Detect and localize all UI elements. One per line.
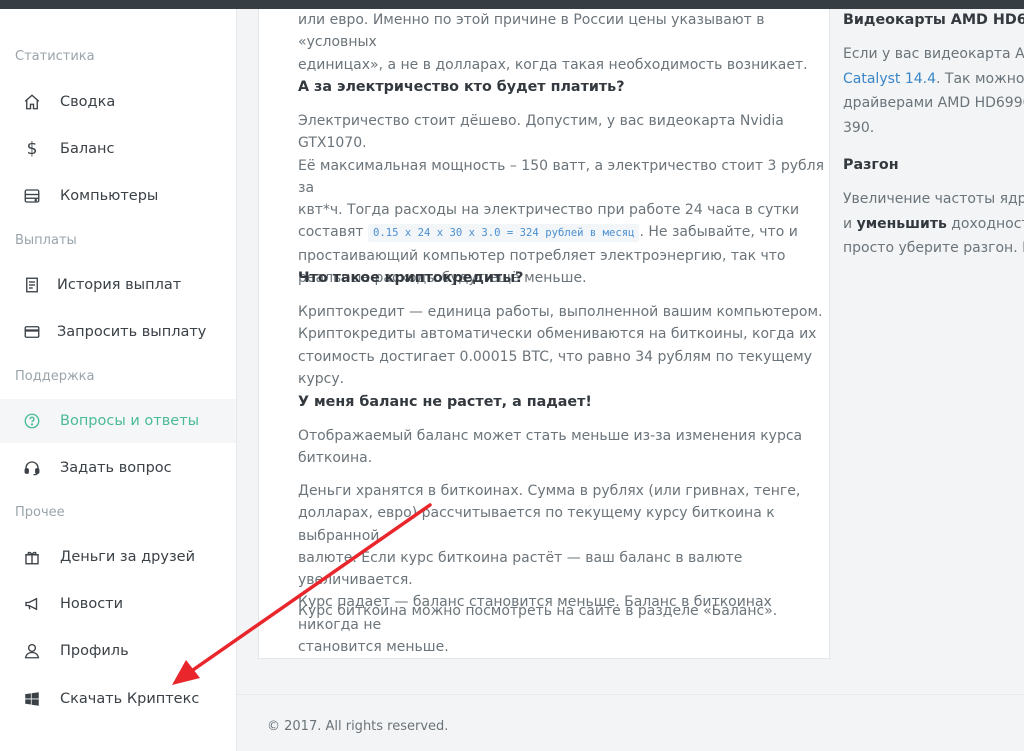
footer: © 2017. All rights reserved. <box>237 694 1024 751</box>
overclock-heading: Разгон <box>843 157 899 173</box>
sidebar-item-news[interactable]: Новости <box>0 582 236 626</box>
faq-answer-electricity: Электричество стоит дёшево. Допустим, у … <box>298 113 825 287</box>
faq-question-balance: У меня баланс не растет, а падает! <box>298 394 592 410</box>
question-circle-icon <box>22 411 42 431</box>
faq-answer-balance-p3: Курс биткоина можно посмотреть на сайте … <box>298 603 778 619</box>
right-column: Видеокарты AMD HD6xxx Если у вас видеока… <box>830 9 1024 683</box>
top-bar <box>0 0 1024 9</box>
windows-icon <box>22 689 42 709</box>
sidebar-item-label: Сводка <box>60 94 116 110</box>
sidebar-item-profile[interactable]: Профиль <box>0 629 236 673</box>
sidebar-item-download[interactable]: Скачать Криптекс <box>0 677 236 721</box>
sidebar-item-label: Запросить выплату <box>57 324 207 340</box>
sidebar-item-faq[interactable]: Вопросы и ответы <box>0 399 236 443</box>
sidebar-item-label: Профиль <box>60 643 129 659</box>
sidebar-item-label: Компьютеры <box>60 188 159 204</box>
sidebar-item-label: Скачать Криптекс <box>60 691 200 707</box>
sidebar-item-summary[interactable]: Сводка <box>0 80 236 124</box>
sidebar-item-label: Вопросы и ответы <box>60 413 200 429</box>
faq-answer-balance-p1: Отображаемый баланс может стать меньше и… <box>298 428 803 467</box>
sidebar-section-support: Поддержка <box>15 369 95 384</box>
computer-icon <box>22 186 42 206</box>
faq-answer-balance-p2: Деньги хранятся в биткоинах. Сумма в руб… <box>298 483 801 656</box>
intro-text: или евро. Именно по этой причине в Росси… <box>298 12 808 73</box>
sidebar-item-label: Деньги за друзей <box>60 549 195 565</box>
amd-text: Если у вас видеокарта AMD Catalyst 14.4.… <box>843 46 1024 136</box>
sidebar-item-label: История выплат <box>57 277 182 293</box>
catalyst-link[interactable]: Catalyst 14.4 <box>843 71 936 87</box>
sidebar-section-payouts: Выплаты <box>15 233 77 248</box>
amd-heading: Видеокарты AMD HD6xxx <box>843 12 1024 28</box>
home-icon <box>22 92 42 112</box>
dollar-icon: $ <box>26 139 38 159</box>
faq-answer-cryptocredits: Криптокредит — единица работы, выполненн… <box>298 304 823 387</box>
megaphone-icon <box>22 594 42 614</box>
sidebar-item-label: Баланс <box>60 141 115 157</box>
faq-question-cryptocredits: Что такое криптокредиты? <box>298 270 524 286</box>
sidebar-item-label: Задать вопрос <box>60 460 172 476</box>
sidebar-item-balance[interactable]: $ Баланс <box>0 127 236 171</box>
sidebar-item-referrals[interactable]: Деньги за друзей <box>0 535 236 579</box>
sidebar-section-other: Прочее <box>15 505 65 520</box>
sidebar-item-payout-history[interactable]: История выплат <box>0 263 236 307</box>
sidebar-item-ask-question[interactable]: Задать вопрос <box>0 446 236 490</box>
gift-icon <box>22 547 42 567</box>
user-icon <box>22 641 42 661</box>
sidebar-item-computers[interactable]: Компьютеры <box>0 174 236 218</box>
receipt-icon <box>22 275 42 295</box>
cost-formula: 0.15 x 24 x 30 x 3.0 = 324 рублей в меся… <box>367 224 640 243</box>
sidebar-item-label: Новости <box>60 596 124 612</box>
faq-question-electricity: А за электричество кто будет платить? <box>298 79 625 95</box>
sidebar-item-request-payout[interactable]: Запросить выплату <box>0 310 236 354</box>
credit-card-icon <box>22 322 42 342</box>
sidebar: Статистика Сводка $ Баланс Компьютеры Вы… <box>0 9 237 751</box>
overclock-text: Увеличение частоты ядра и уменьшить дохо… <box>843 191 1024 256</box>
copyright: © 2017. All rights reserved. <box>267 719 449 734</box>
sidebar-section-statistics: Статистика <box>15 49 95 64</box>
headset-icon <box>22 458 42 478</box>
